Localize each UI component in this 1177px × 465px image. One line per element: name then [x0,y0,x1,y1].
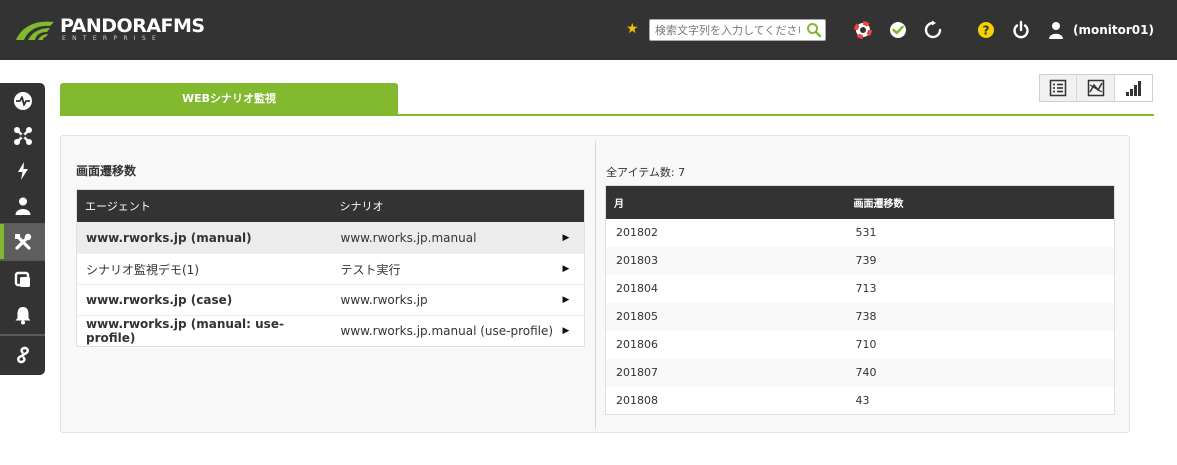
table-row: 201806 710 [606,331,1115,359]
sidebar-item-users[interactable] [0,188,45,223]
value-cell: 710 [855,338,877,351]
scenario-table: エージェント シナリオ www.rworks.jp (manual) www.r… [76,189,585,347]
month-cell: 201805 [605,302,846,331]
help-icon[interactable]: ? [976,20,996,40]
month-cell: 201808 [616,393,658,407]
events-lightning-icon [17,161,28,180]
search-box [649,19,826,41]
month-cell: 201802 [616,226,658,239]
sidebar-item-topology[interactable] [0,118,45,153]
section-title: 画面遷移数 [76,164,137,178]
table-row: 201805 738 [605,302,1115,331]
logo-subtitle: ENTERPRISE [62,35,163,42]
top-header-bar: PANDORAFMS ENTERPRISE ★ ? (monitor01) [0,0,1177,60]
table-row: 201802 531 [606,219,1115,247]
main-content-panel: 画面遷移数 エージェント シナリオ www.rworks.jp (manual)… [60,135,1130,433]
value-cell: 739 [845,246,1115,275]
column-header-arrow [562,189,585,223]
month-cell: 201806 [616,338,658,351]
sidebar-item-alerts[interactable] [0,297,45,332]
table-row: 201804 713 [606,275,1115,303]
side-navigation-menu [0,83,45,375]
chart-view-button[interactable] [1114,75,1153,101]
monitoring-icon [13,91,32,110]
tab-underline [60,114,1154,116]
lifebuoy-support-icon[interactable] [853,20,873,40]
sidebar-item-links[interactable] [0,337,45,372]
network-topology-icon [13,126,32,145]
sidebar-item-events[interactable] [0,153,45,188]
value-cell: 43 [855,393,870,407]
user-name-label[interactable]: (monitor01) [1073,23,1154,37]
value-cell: 740 [845,358,1115,387]
favorite-star-icon[interactable]: ★ [626,20,639,38]
table-row[interactable]: www.rworks.jp (case) www.rworks.jp ▶ [76,284,585,316]
devices-icon [14,271,30,287]
scenario-cell: テスト実行 [331,253,563,285]
month-cell: 201803 [605,246,846,275]
table-row: 201808 43 [606,387,1115,415]
tools-icon [14,233,31,250]
search-icon[interactable] [806,22,822,38]
value-cell: 713 [855,282,877,295]
scenario-cell: www.rworks.jp.manual [331,222,563,254]
agent-cell: www.rworks.jp (manual: use-profile) [76,315,332,347]
agent-cell: www.rworks.jp (case) [76,284,332,316]
links-icon [16,346,29,363]
table-row: 201807 740 [605,358,1115,387]
panel-divider [595,141,596,429]
refresh-icon[interactable] [923,20,943,40]
value-cell: 738 [845,302,1115,331]
power-logout-icon[interactable] [1011,20,1031,40]
user-icon [15,197,30,215]
logo-name: PANDORAFMS [60,15,205,37]
search-input[interactable] [650,20,805,40]
sidebar-item-devices[interactable] [0,262,45,297]
month-cell: 201807 [605,358,846,387]
expand-arrow-icon[interactable]: ▶ [562,222,585,254]
bar-chart-icon [1126,81,1142,96]
view-switcher [1039,74,1153,102]
column-header-month: 月 [605,185,846,219]
table-row: 201803 739 [605,246,1115,275]
value-cell: 531 [855,226,877,239]
sidebar-separator [0,259,45,261]
month-cell: 201804 [616,282,658,295]
sidebar-item-monitoring[interactable] [0,83,45,118]
graph-view-icon [1087,79,1104,97]
tab-web-scenario-monitoring[interactable]: WEBシナリオ監視 [60,83,398,115]
expand-arrow-icon[interactable]: ▶ [562,315,585,347]
column-header-transition-count: 画面遷移数 [845,185,1115,219]
list-view-icon [1049,79,1067,97]
agent-cell: www.rworks.jp (manual) [76,222,332,254]
user-avatar-icon[interactable] [1046,20,1066,40]
expand-arrow-icon[interactable]: ▶ [562,253,585,285]
total-items-count: 全アイテム数: 7 [606,166,686,179]
graph-view-button[interactable] [1077,75,1115,101]
table-row[interactable]: シナリオ監視デモ(1) テスト実行 ▶ [76,253,585,285]
alerts-bell-icon [15,306,30,324]
list-view-button[interactable] [1040,75,1078,101]
table-row[interactable]: www.rworks.jp (manual) www.rworks.jp.man… [76,222,585,254]
expand-arrow-icon[interactable]: ▶ [562,284,585,316]
scenario-cell: www.rworks.jp.manual (use-profile) [331,315,563,347]
pandorafms-logo[interactable]: PANDORAFMS ENTERPRISE [14,12,214,48]
scenario-cell: www.rworks.jp [331,284,563,316]
sidebar-separator [0,334,45,336]
column-header-scenario: シナリオ [331,189,563,223]
sidebar-item-tools[interactable] [0,224,45,259]
column-header-agent: エージェント [76,189,332,223]
agent-cell: シナリオ監視デモ(1) [76,253,332,285]
pandora-logo-icon [16,21,54,40]
transition-count-table: 月 画面遷移数 201802 531 201803 739 201804 713… [605,185,1115,415]
check-status-icon[interactable] [888,20,908,40]
svg-text:?: ? [983,24,990,38]
table-row[interactable]: www.rworks.jp (manual: use-profile) www.… [76,315,585,347]
